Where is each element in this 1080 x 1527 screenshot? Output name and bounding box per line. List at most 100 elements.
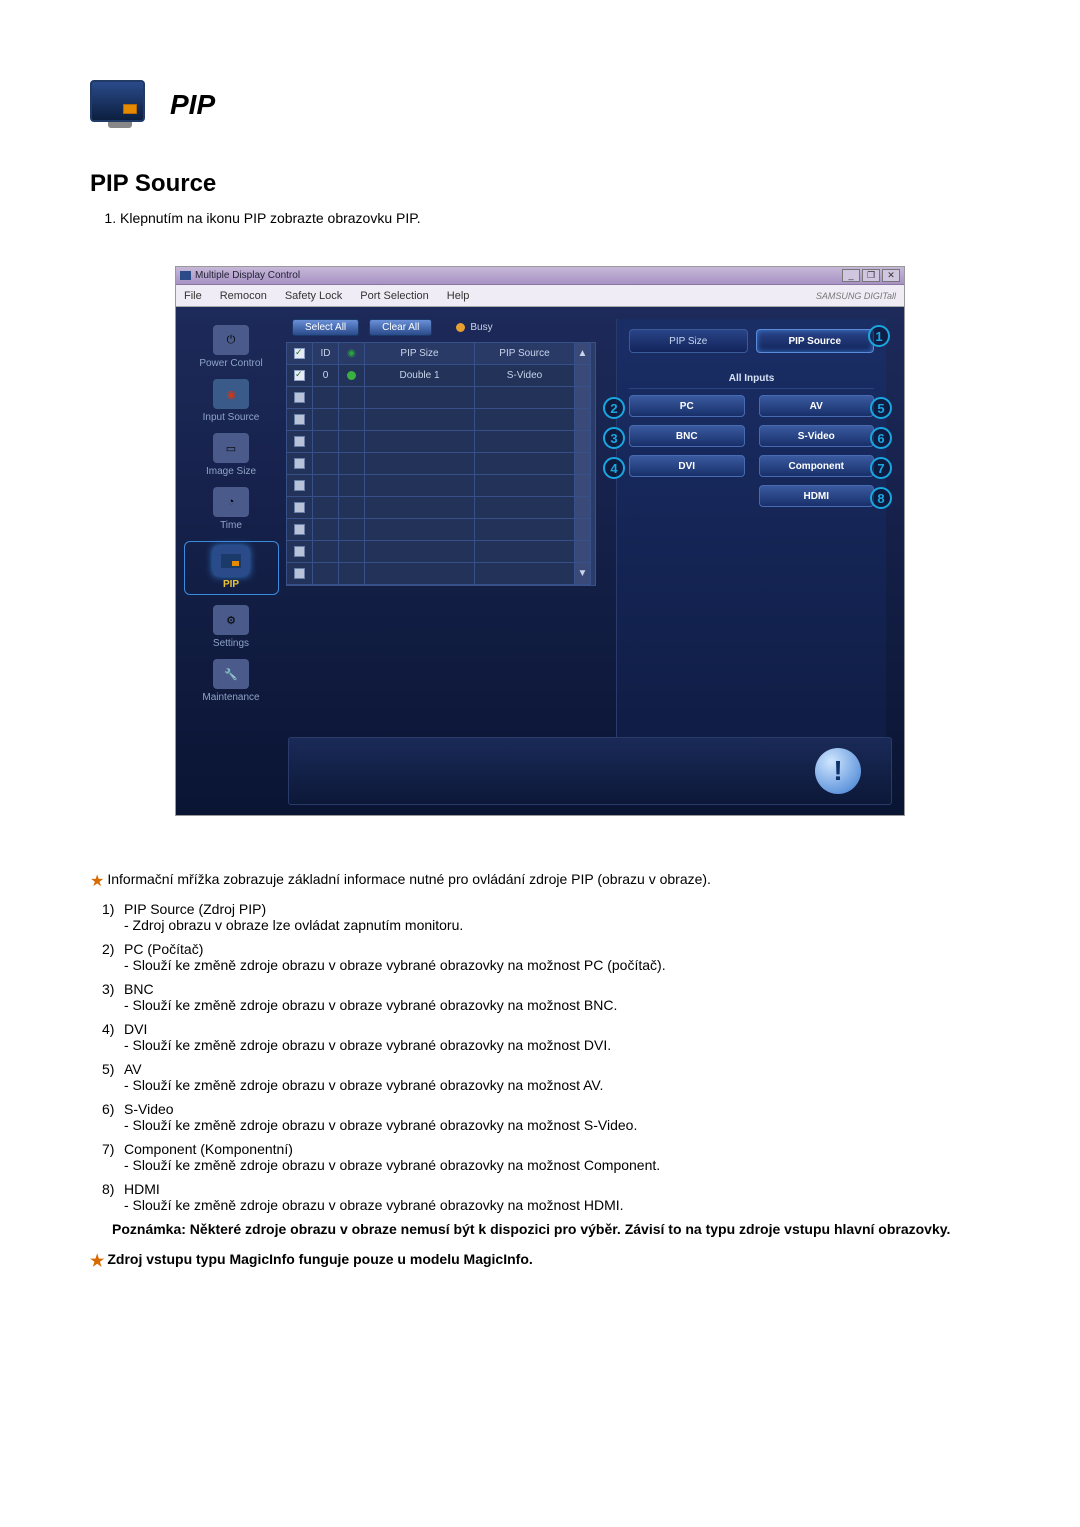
menu-file[interactable]: File [184,290,202,302]
input-hdmi-button[interactable]: HDMI [759,485,875,507]
app-icon [180,271,191,280]
tab-pip-size[interactable]: PIP Size [629,329,748,353]
sidebar-item-pip[interactable]: PIP [184,541,279,595]
window-maximize-button[interactable]: ❐ [862,269,880,282]
col-status-icon: ◉ [339,343,365,365]
note-item: 5)AV- Slouží ke změně zdroje obrazu v ob… [102,1061,990,1093]
grid-row[interactable]: 0 Double 1 S-Video [287,365,595,387]
grid-row-empty: ▼ [287,563,595,585]
scroll-up-button[interactable]: ▲ [575,343,591,365]
sidebar-item-label: Maintenance [202,692,259,703]
callout-5: 5 [870,397,892,419]
sidebar-item-label: PIP [223,579,239,590]
display-grid: ID ◉ PIP Size PIP Source ▲ 0 Double 1 [286,342,596,586]
note-item: 3)BNC- Slouží ke změně zdroje obrazu v o… [102,981,990,1013]
row-pip-source: S-Video [475,365,575,387]
info-panel: ! [288,737,892,805]
callout-7: 7 [870,457,892,479]
select-all-button[interactable]: Select All [292,319,359,336]
window-title: Multiple Display Control [195,270,300,281]
sidebar-item-maintenance[interactable]: 🔧 Maintenance [184,659,279,703]
menu-remocon[interactable]: Remocon [220,290,267,302]
grid-row-empty [287,541,595,563]
settings-icon: ⚙ [213,605,249,635]
header-checkbox[interactable] [294,348,305,359]
image-size-icon: ▭ [213,433,249,463]
sidebar-item-label: Power Control [199,358,262,369]
display-list-panel: Select All Clear All Busy ID ◉ [286,319,596,803]
input-component-button[interactable]: Component [759,455,875,477]
grid-row-empty [287,475,595,497]
row-checkbox[interactable] [294,370,305,381]
grid-row-empty [287,431,595,453]
app-window: Multiple Display Control _ ❐ ✕ File Remo… [175,266,905,816]
menu-safety-lock[interactable]: Safety Lock [285,290,342,302]
titlebar: Multiple Display Control _ ❐ ✕ [176,267,904,285]
intro-list: Klepnutím na ikonu PIP zobrazte obrazovk… [90,210,990,226]
footnote: Poznámka: Některé zdroje obrazu v obraze… [90,1221,990,1237]
menu-help[interactable]: Help [447,290,470,302]
row-pip-size: Double 1 [365,365,475,387]
note-item: 8)HDMI- Slouží ke změně zdroje obrazu v … [102,1181,990,1213]
section-title: PIP Source [90,170,990,198]
maintenance-icon: 🔧 [213,659,249,689]
grid-row-empty [287,519,595,541]
input-dvi-button[interactable]: DVI [629,455,745,477]
input-svideo-button[interactable]: S-Video [759,425,875,447]
right-panel: PIP Size PIP Source 1 All Inputs PC AV B… [616,319,886,803]
sidebar-item-input-source[interactable]: ◉ Input Source [184,379,279,423]
busy-label: Busy [470,322,492,333]
note-item: 6)S-Video- Slouží ke změně zdroje obrazu… [102,1101,990,1133]
grid-row-empty [287,453,595,475]
pip-label: PIP [170,89,215,121]
col-id: ID [313,343,339,365]
sidebar-item-label: Input Source [203,412,260,423]
grid-row-empty [287,387,595,409]
info-icon: ! [815,748,861,794]
note-item: 7)Component (Komponentní)- Slouží ke změ… [102,1141,990,1173]
clock-icon: ◔ [213,487,249,517]
notes-list: 1)PIP Source (Zdroj PIP)- Zdroj obrazu v… [90,901,990,1213]
scroll-down-button[interactable]: ▼ [575,563,591,585]
busy-indicator: Busy [456,322,492,333]
input-pc-button[interactable]: PC [629,395,745,417]
callout-8: 8 [870,487,892,509]
sidebar-item-time[interactable]: ◔ Time [184,487,279,531]
grid-row-empty [287,409,595,431]
busy-dot-icon [456,323,465,332]
lead-note: ★Informační mřížka zobrazuje základní in… [90,871,990,891]
sidebar-item-power-control[interactable]: ⏻ Power Control [184,325,279,369]
menu-port-selection[interactable]: Port Selection [360,290,428,302]
clear-all-button[interactable]: Clear All [369,319,432,336]
col-pip-source: PIP Source [475,343,575,365]
window-close-button[interactable]: ✕ [882,269,900,282]
note-item: 2)PC (Počítač)- Slouží ke změně zdroje o… [102,941,990,973]
sidebar-item-image-size[interactable]: ▭ Image Size [184,433,279,477]
status-dot-icon [347,371,356,380]
star-icon: ★ [90,1253,104,1270]
input-bnc-button[interactable]: BNC [629,425,745,447]
page-header: PIP [90,80,990,130]
magicinfo-note-text: Zdroj vstupu typu MagicInfo funguje pouz… [107,1251,532,1267]
row-id: 0 [313,365,339,387]
callout-3: 3 [603,427,625,449]
pip-monitor-icon [90,80,150,130]
window-minimize-button[interactable]: _ [842,269,860,282]
callout-4: 4 [603,457,625,479]
grid-row-empty [287,497,595,519]
sidebar-item-label: Image Size [206,466,256,477]
menubar: File Remocon Safety Lock Port Selection … [176,285,904,307]
sidebar: ⏻ Power Control ◉ Input Source ▭ Image S… [176,307,286,815]
input-av-button[interactable]: AV [759,395,875,417]
note-item: 1)PIP Source (Zdroj PIP)- Zdroj obrazu v… [102,901,990,933]
magicinfo-note: ★Zdroj vstupu typu MagicInfo funguje pou… [90,1251,990,1271]
sidebar-item-label: Settings [213,638,249,649]
note-item: 4)DVI- Slouží ke změně zdroje obrazu v o… [102,1021,990,1053]
sidebar-item-settings[interactable]: ⚙ Settings [184,605,279,649]
intro-item: Klepnutím na ikonu PIP zobrazte obrazovk… [120,210,990,226]
grid-header: ID ◉ PIP Size PIP Source ▲ [287,343,595,365]
tab-pip-source[interactable]: PIP Source [756,329,875,353]
input-source-icon: ◉ [213,379,249,409]
callout-6: 6 [870,427,892,449]
all-inputs-label: All Inputs [629,373,874,389]
